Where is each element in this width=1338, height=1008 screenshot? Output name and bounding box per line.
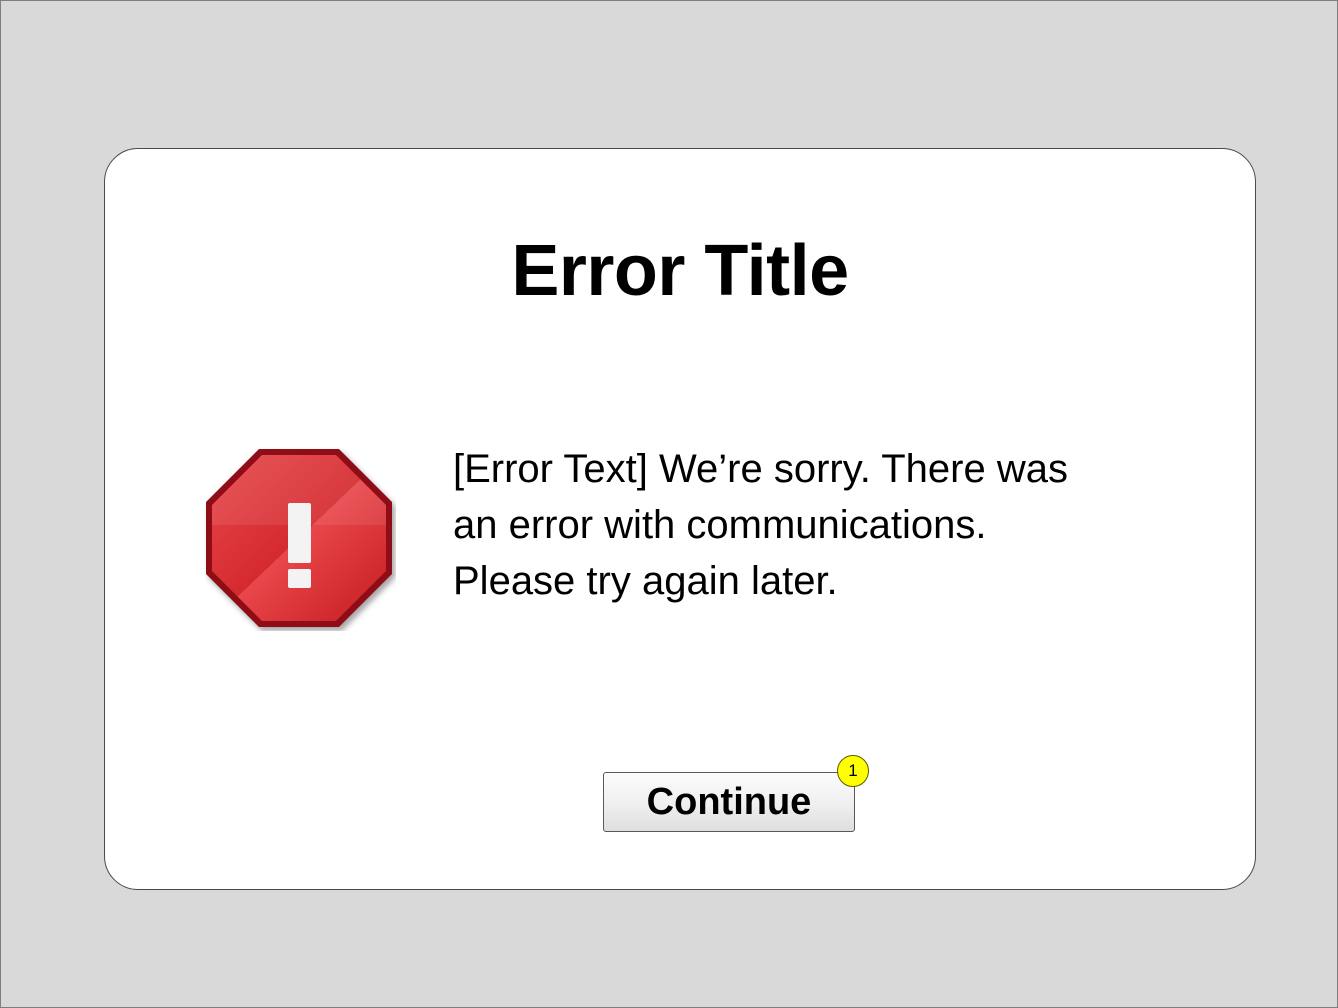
error-message-line: [Error Text] We’re sorry. There was: [453, 447, 1068, 491]
screen-background: Error Title [Error Text] We’re sorry. Th…: [0, 0, 1338, 1008]
error-message: [Error Text] We’re sorry. There was an e…: [453, 441, 1173, 609]
error-stop-icon: [206, 449, 392, 627]
continue-button[interactable]: Continue: [603, 772, 855, 832]
error-dialog: Error Title [Error Text] We’re sorry. Th…: [104, 148, 1256, 890]
dialog-title: Error Title: [511, 231, 849, 311]
error-message-line: Please try again later.: [453, 559, 838, 603]
annotation-badge: 1: [837, 755, 869, 787]
error-message-line: an error with communications.: [453, 503, 987, 547]
